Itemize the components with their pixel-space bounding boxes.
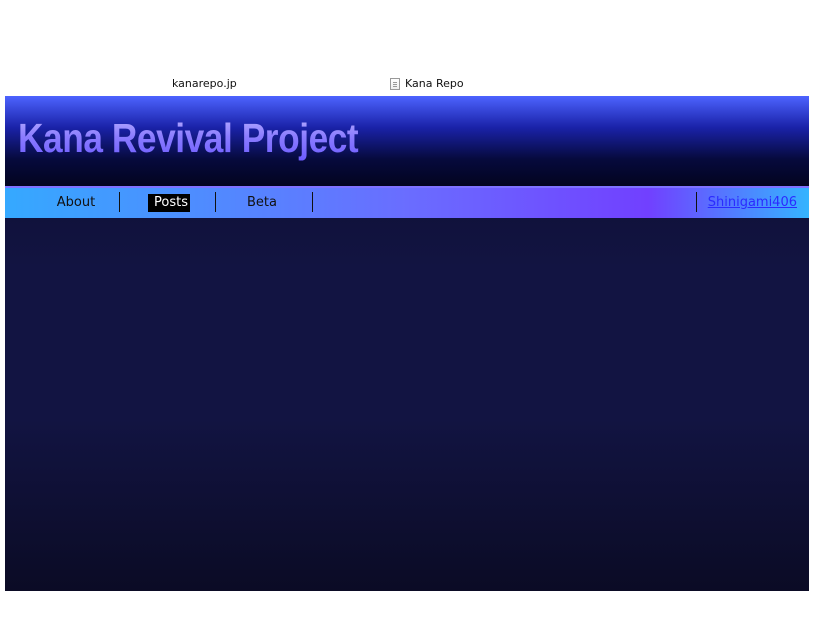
browser-chrome: kanarepo.jp Kana Repo bbox=[0, 74, 816, 96]
site-title: Kana Revival Project bbox=[18, 115, 359, 161]
tab-title: Kana Repo bbox=[405, 77, 464, 90]
nav-item-posts[interactable]: Posts bbox=[148, 194, 190, 212]
nav-divider bbox=[215, 192, 216, 212]
page-icon bbox=[390, 77, 400, 90]
browser-tab[interactable]: Kana Repo bbox=[390, 77, 464, 90]
nav-item-about[interactable]: About bbox=[55, 194, 97, 212]
nav-divider bbox=[119, 192, 120, 212]
main-navigation: About Posts Beta Shinigami406 bbox=[5, 188, 809, 218]
address-url[interactable]: kanarepo.jp bbox=[172, 77, 237, 90]
nav-divider bbox=[696, 192, 697, 212]
user-profile-link[interactable]: Shinigami406 bbox=[708, 195, 797, 210]
site-header: Kana Revival Project bbox=[5, 96, 809, 188]
page-viewport: Kana Revival Project About Posts Beta Sh… bbox=[5, 96, 809, 591]
nav-divider bbox=[312, 192, 313, 212]
nav-item-beta[interactable]: Beta bbox=[245, 194, 279, 212]
